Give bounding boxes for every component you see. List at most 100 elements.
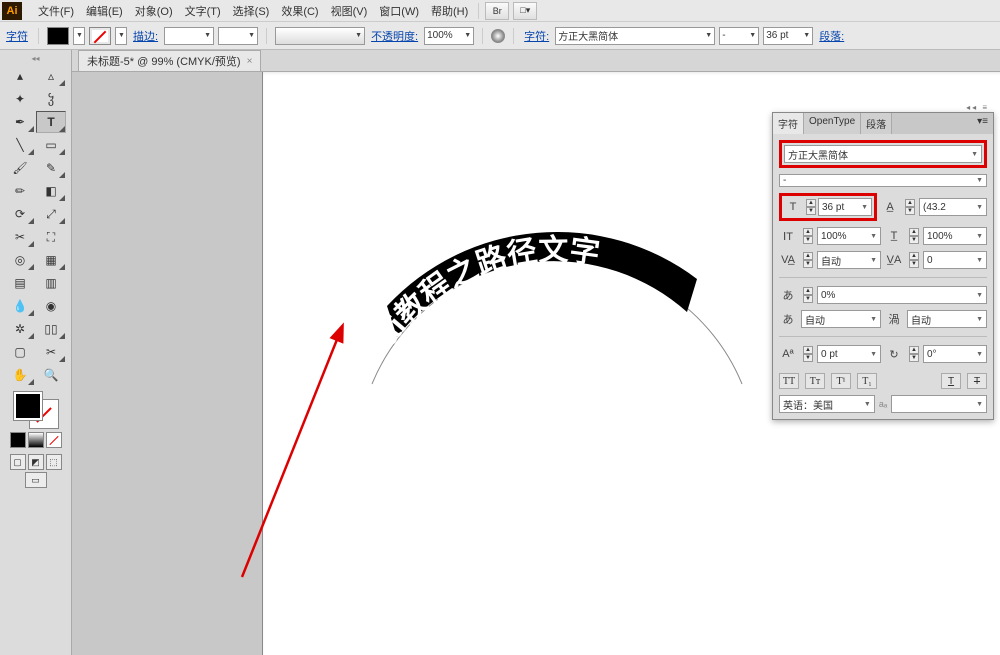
font-size-dropdown[interactable]: 36 pt — [763, 27, 813, 45]
rotate-tool[interactable]: ⟳ — [5, 203, 35, 225]
gradient-tool[interactable]: ▥ — [36, 272, 66, 294]
pencil-tool[interactable]: ✎ — [36, 157, 66, 179]
panel-tracking[interactable]: 0 — [923, 251, 987, 269]
stroke-swatch[interactable] — [89, 27, 111, 45]
stroke-dropdown[interactable] — [115, 27, 127, 45]
opacity-value[interactable]: 100% — [424, 27, 474, 45]
panel-rotation[interactable]: 0° — [923, 345, 987, 363]
color-mode-gradient[interactable] — [28, 432, 44, 448]
tool-panel: ◂◂ ▴ ▵ ✦ ჴ ✒ T ╲ ▭ 🖌 ✎ ✏ ◧ ⟳ ⤢ ✂ ⛶ ◎ ▦ ▤… — [0, 50, 72, 655]
panel-font-style[interactable]: - — [779, 174, 987, 187]
symbol-sprayer-tool[interactable]: ✲ — [5, 318, 35, 340]
allcaps-button[interactable]: TT — [779, 373, 799, 389]
menu-type[interactable]: 文字(T) — [179, 1, 227, 21]
eraser-tool[interactable]: ◧ — [36, 180, 66, 202]
panel-baseline-mode2[interactable]: 自动 — [907, 310, 987, 328]
lasso-tool[interactable]: ჴ — [36, 88, 66, 110]
subscript-button[interactable]: T₁ — [857, 373, 877, 389]
slice-tool[interactable]: ✂ — [36, 341, 66, 363]
char-label[interactable]: 字符: — [522, 28, 551, 44]
draw-normal[interactable]: ▢ — [10, 454, 26, 470]
separator — [482, 28, 483, 44]
draw-behind[interactable]: ◩ — [28, 454, 44, 470]
rectangle-tool[interactable]: ▭ — [36, 134, 66, 156]
perspective-grid-tool[interactable]: ▦ — [36, 249, 66, 271]
smallcaps-button[interactable]: Tᴛ — [805, 373, 825, 389]
vscale-icon: ⅠT — [779, 230, 797, 243]
shape-builder-tool[interactable]: ◎ — [5, 249, 35, 271]
panel-baseline-shift[interactable]: 0 pt — [817, 345, 881, 363]
panel-grip[interactable]: ◂◂ — [2, 52, 69, 65]
strikethrough-button[interactable]: T — [967, 373, 987, 389]
arrange-docs-button[interactable]: □▾ — [513, 2, 537, 20]
language-dropdown[interactable]: 英语：美国 — [779, 395, 875, 413]
hand-tool[interactable]: ✋ — [5, 364, 35, 386]
tab-opentype[interactable]: OpenType — [804, 113, 861, 134]
panel-menu-icon[interactable]: ▾≡ — [972, 113, 993, 134]
step-up[interactable]: ▲ — [806, 199, 816, 207]
blob-brush-tool[interactable]: ✏ — [5, 180, 35, 202]
menu-file[interactable]: 文件(F) — [32, 1, 80, 21]
panel-font-family[interactable]: 方正大黑简体 — [784, 145, 982, 163]
font-style-dropdown[interactable]: - — [719, 27, 759, 45]
blend-tool[interactable]: ◉ — [36, 295, 66, 317]
brush-dropdown[interactable] — [275, 27, 365, 45]
baseline-mode-icon: あ — [779, 311, 797, 327]
menu-effect[interactable]: 效果(C) — [275, 1, 324, 21]
menu-help[interactable]: 帮助(H) — [425, 1, 474, 21]
zoom-tool[interactable]: 🔍 — [36, 364, 66, 386]
menu-view[interactable]: 视图(V) — [325, 1, 374, 21]
close-tab-icon[interactable]: × — [247, 56, 253, 67]
type-tool[interactable]: T — [36, 111, 66, 133]
panel-leading[interactable]: (43.2 — [919, 198, 987, 216]
bridge-button[interactable]: Br — [485, 2, 509, 20]
font-family-dropdown[interactable]: 方正大黑简体 — [555, 27, 715, 45]
line-tool[interactable]: ╲ — [5, 134, 35, 156]
panel-vscale[interactable]: 100% — [817, 227, 881, 245]
step-down[interactable]: ▼ — [806, 207, 816, 215]
document-tab[interactable]: 未标题-5* @ 99% (CMYK/预览) × — [78, 50, 261, 71]
direct-selection-tool[interactable]: ▵ — [36, 65, 66, 87]
antialias-dropdown[interactable] — [891, 395, 987, 413]
paragraph-link[interactable]: 段落: — [817, 28, 846, 44]
stroke-weight[interactable] — [164, 27, 214, 45]
screen-mode[interactable]: ▭ — [25, 472, 47, 488]
menu-edit[interactable]: 编辑(E) — [80, 1, 129, 21]
color-mode-fill[interactable] — [10, 432, 26, 448]
fill-swatch[interactable] — [47, 27, 69, 45]
eyedropper-tool[interactable]: 💧 — [5, 295, 35, 317]
selection-tool[interactable]: ▴ — [5, 65, 35, 87]
superscript-button[interactable]: T¹ — [831, 373, 851, 389]
panel-font-size[interactable]: 36 pt — [818, 198, 872, 216]
panel-grip[interactable]: ◂◂ ≡ — [966, 103, 989, 112]
fill-stroke-swatch[interactable] — [14, 392, 58, 428]
stroke-profile[interactable] — [218, 27, 258, 45]
fill-dropdown[interactable] — [73, 27, 85, 45]
pen-tool[interactable]: ✒ — [5, 111, 35, 133]
tab-character[interactable]: 字符 — [773, 113, 804, 134]
magic-wand-tool[interactable]: ✦ — [5, 88, 35, 110]
panel-hscale[interactable]: 100% — [923, 227, 987, 245]
width-tool[interactable]: ✂ — [5, 226, 35, 248]
graph-tool[interactable]: ▯▯ — [36, 318, 66, 340]
free-transform-tool[interactable]: ⛶ — [36, 226, 66, 248]
menu-object[interactable]: 对象(O) — [129, 1, 179, 21]
menu-select[interactable]: 选择(S) — [227, 1, 276, 21]
artboard-tool[interactable]: ▢ — [5, 341, 35, 363]
panel-baseline-mode[interactable]: 自动 — [801, 310, 881, 328]
panel-kerning[interactable]: 自动 — [817, 251, 881, 269]
tab-paragraph[interactable]: 段落 — [861, 113, 892, 134]
panel-baseline-opt[interactable]: 0% — [817, 286, 987, 304]
scale-tool[interactable]: ⤢ — [36, 203, 66, 225]
mesh-tool[interactable]: ▤ — [5, 272, 35, 294]
separator — [513, 28, 514, 44]
recolor-icon[interactable] — [491, 29, 505, 43]
draw-inside[interactable]: ⬚ — [46, 454, 62, 470]
opacity-label[interactable]: 不透明度: — [369, 28, 420, 44]
stroke-label[interactable]: 描边: — [131, 28, 160, 44]
underline-button[interactable]: T — [941, 373, 961, 389]
paintbrush-tool[interactable]: 🖌 — [5, 157, 35, 179]
color-mode-none[interactable] — [46, 432, 62, 448]
character-panel-link[interactable]: 字符 — [4, 28, 30, 44]
menu-window[interactable]: 窗口(W) — [373, 1, 425, 21]
